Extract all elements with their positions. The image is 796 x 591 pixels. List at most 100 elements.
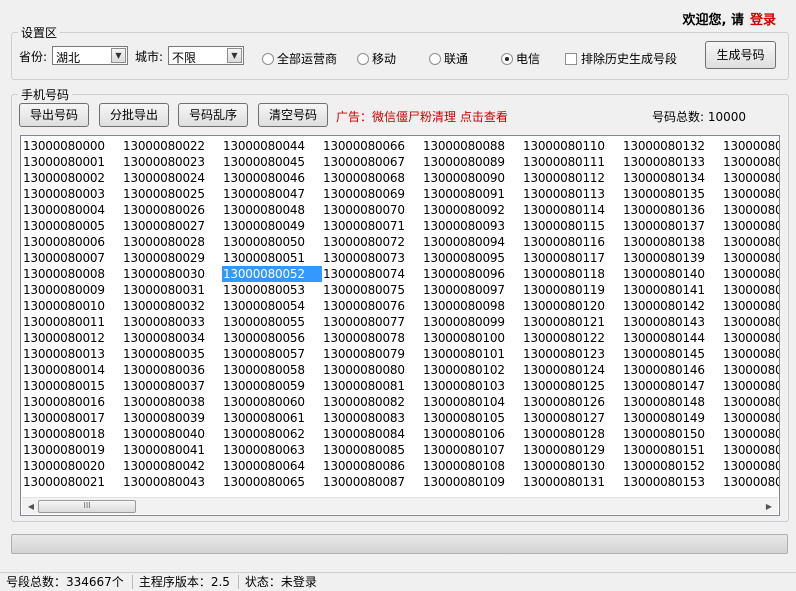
phone-number-item[interactable]: 13000080014: [22, 362, 122, 378]
phone-number-item[interactable]: 13000080025: [122, 186, 222, 202]
phone-number-item[interactable]: 13000080128: [522, 426, 622, 442]
phone-number-item[interactable]: 13000080008: [22, 266, 122, 282]
phone-number-item[interactable]: 13000080063: [222, 442, 322, 458]
phone-number-item[interactable]: 13000080134: [622, 170, 722, 186]
phone-number-item[interactable]: 13000080059: [222, 378, 322, 394]
phone-number-item[interactable]: 13000080124: [522, 362, 622, 378]
phone-number-item[interactable]: 13000080101: [422, 346, 522, 362]
phone-number-item[interactable]: 13000080037: [122, 378, 222, 394]
phone-number-item[interactable]: 13000080147: [622, 378, 722, 394]
phone-number-item[interactable]: 13000080035: [122, 346, 222, 362]
phone-number-item[interactable]: 13000080050: [222, 234, 322, 250]
radio-dot-all-carriers[interactable]: [262, 52, 274, 65]
clear-button[interactable]: 清空号码: [258, 103, 328, 127]
phone-number-item[interactable]: 13000080002: [22, 170, 122, 186]
phone-number-item[interactable]: 13000080009: [22, 282, 122, 298]
phone-number-item[interactable]: 13000080102: [422, 362, 522, 378]
phone-number-item[interactable]: 13000080088: [422, 138, 522, 154]
phone-number-item[interactable]: 13000080151: [622, 442, 722, 458]
radio-mobile[interactable]: 移动: [357, 50, 396, 67]
phone-number-item[interactable]: 13000080015: [22, 378, 122, 394]
phone-number-item[interactable]: 13000080153: [622, 474, 722, 490]
phone-number-item[interactable]: 13000080019: [22, 442, 122, 458]
phone-number-item[interactable]: 13000080046: [222, 170, 322, 186]
phone-number-item[interactable]: 13000080030: [122, 266, 222, 282]
phone-number-item[interactable]: 13000080123: [522, 346, 622, 362]
phone-number-item[interactable]: 13000080054: [222, 298, 322, 314]
phone-number-item[interactable]: 13000080058: [222, 362, 322, 378]
phone-number-item[interactable]: 13000080011: [22, 314, 122, 330]
checkbox-box[interactable]: [565, 52, 577, 65]
phone-number-item[interactable]: 13000080044: [222, 138, 322, 154]
phone-number-item[interactable]: 13000080141: [622, 282, 722, 298]
phone-number-item[interactable]: 13000080081: [322, 378, 422, 394]
phone-number-item[interactable]: 13000080103: [422, 378, 522, 394]
phone-number-item[interactable]: 13000080143: [622, 314, 722, 330]
phone-number-item[interactable]: 13000080137: [622, 218, 722, 234]
phone-number-item[interactable]: 13000080091: [422, 186, 522, 202]
phone-number-item[interactable]: 13000080082: [322, 394, 422, 410]
phone-number-item[interactable]: 13000080057: [222, 346, 322, 362]
phone-number-item[interactable]: 13000080018: [22, 426, 122, 442]
phone-number-item[interactable]: 13000080144: [622, 330, 722, 346]
phone-number-item[interactable]: 13000080130: [522, 458, 622, 474]
phone-number-item[interactable]: 13000080041: [122, 442, 222, 458]
phone-number-item[interactable]: 13000080021: [22, 474, 122, 490]
phone-number-item[interactable]: 13000080170: [722, 394, 779, 410]
phone-number-item[interactable]: 13000080045: [222, 154, 322, 170]
phone-number-item[interactable]: 13000080052: [222, 266, 322, 282]
phone-number-item[interactable]: 13000080092: [422, 202, 522, 218]
phone-number-item[interactable]: 13000080164: [722, 298, 779, 314]
phone-number-item[interactable]: 13000080166: [722, 330, 779, 346]
phone-number-item[interactable]: 13000080022: [122, 138, 222, 154]
radio-dot-unicom[interactable]: [429, 52, 441, 65]
phone-number-item[interactable]: 13000080104: [422, 394, 522, 410]
phone-number-item[interactable]: 13000080060: [222, 394, 322, 410]
phone-number-item[interactable]: 13000080074: [322, 266, 422, 282]
phone-number-item[interactable]: 13000080138: [622, 234, 722, 250]
phone-number-item[interactable]: 13000080027: [122, 218, 222, 234]
phone-number-item[interactable]: 13000080071: [322, 218, 422, 234]
phone-number-item[interactable]: 13000080160: [722, 234, 779, 250]
phone-number-item[interactable]: 13000080065: [222, 474, 322, 490]
phone-number-item[interactable]: 13000080064: [222, 458, 322, 474]
phone-number-item[interactable]: 13000080043: [122, 474, 222, 490]
ad-link[interactable]: 广告：微信僵尸粉清理 点击查看: [336, 108, 508, 125]
phone-number-item[interactable]: 13000080093: [422, 218, 522, 234]
phone-number-item[interactable]: 13000080173: [722, 442, 779, 458]
phone-number-item[interactable]: 13000080165: [722, 314, 779, 330]
phone-number-item[interactable]: 13000080020: [22, 458, 122, 474]
phone-number-item[interactable]: 13000080029: [122, 250, 222, 266]
phone-number-item[interactable]: 13000080076: [322, 298, 422, 314]
phone-number-item[interactable]: 13000080073: [322, 250, 422, 266]
phone-number-item[interactable]: 13000080109: [422, 474, 522, 490]
phone-number-item[interactable]: 13000080149: [622, 410, 722, 426]
horizontal-scrollbar[interactable]: ◀ III ▶: [22, 497, 778, 514]
phone-number-item[interactable]: 13000080039: [122, 410, 222, 426]
radio-dot-telecom[interactable]: [501, 52, 513, 65]
phone-number-item[interactable]: 13000080126: [522, 394, 622, 410]
phone-number-item[interactable]: 13000080154: [722, 138, 779, 154]
phone-number-item[interactable]: 13000080047: [222, 186, 322, 202]
phone-number-item[interactable]: 13000080161: [722, 250, 779, 266]
phone-number-item[interactable]: 13000080114: [522, 202, 622, 218]
phone-number-item[interactable]: 13000080078: [322, 330, 422, 346]
generate-button[interactable]: 生成号码: [705, 41, 776, 69]
phone-number-item[interactable]: 13000080110: [522, 138, 622, 154]
phone-number-item[interactable]: 13000080162: [722, 266, 779, 282]
phone-number-item[interactable]: 13000080003: [22, 186, 122, 202]
phone-number-item[interactable]: 13000080087: [322, 474, 422, 490]
phone-number-item[interactable]: 13000080023: [122, 154, 222, 170]
scroll-thumb[interactable]: III: [38, 500, 136, 513]
exclude-history-checkbox[interactable]: 排除历史生成号段: [565, 50, 677, 67]
phone-number-item[interactable]: 13000080113: [522, 186, 622, 202]
phone-number-item[interactable]: 13000080016: [22, 394, 122, 410]
phone-number-item[interactable]: 13000080145: [622, 346, 722, 362]
phone-number-item[interactable]: 13000080024: [122, 170, 222, 186]
phone-number-item[interactable]: 13000080007: [22, 250, 122, 266]
phone-number-item[interactable]: 13000080072: [322, 234, 422, 250]
phone-number-item[interactable]: 13000080079: [322, 346, 422, 362]
chevron-down-icon[interactable]: ▼: [111, 48, 126, 63]
phone-number-item[interactable]: 13000080108: [422, 458, 522, 474]
login-link[interactable]: 登录: [750, 13, 776, 28]
